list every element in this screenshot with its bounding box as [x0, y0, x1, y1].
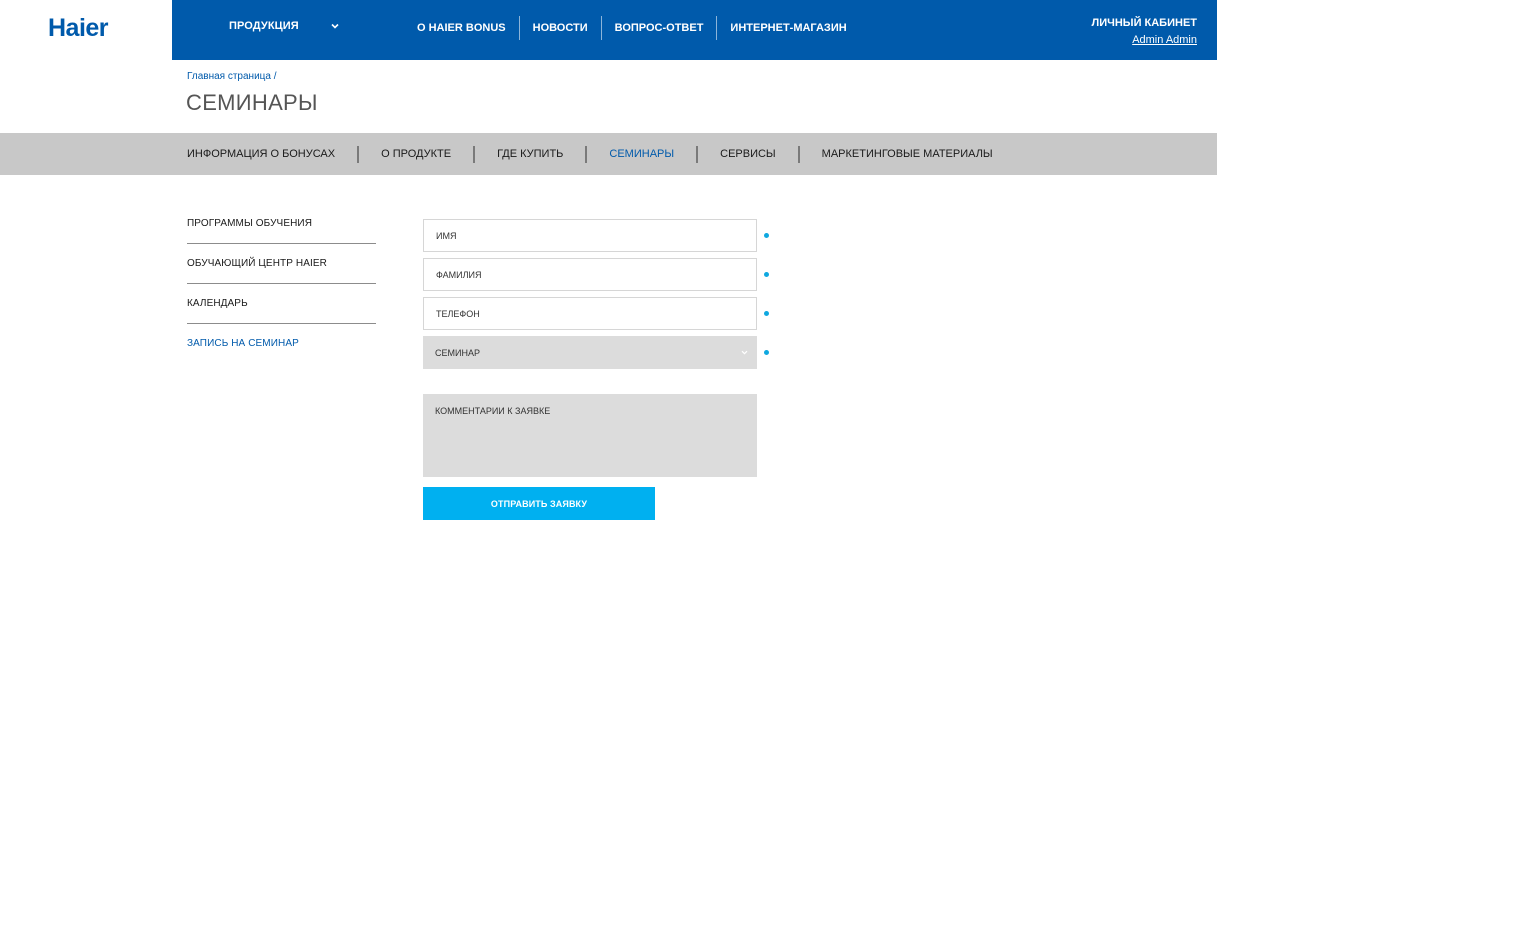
surname-field-wrap	[423, 258, 769, 291]
required-dot	[764, 233, 769, 238]
breadcrumb: Главная страница /	[187, 71, 277, 82]
required-dot	[764, 311, 769, 316]
breadcrumb-separator: /	[273, 71, 277, 82]
required-dot	[764, 350, 769, 355]
side-item-training-programs[interactable]: ПРОГРАММЫ ОБУЧЕНИЯ	[187, 204, 376, 244]
top-nav-bar: ПРОДУКЦИЯ О HAIER BONUS НОВОСТИ ВОПРОС-О…	[172, 0, 1217, 60]
name-field-wrap	[423, 219, 769, 252]
section-nav: ИНФОРМАЦИЯ О БОНУСАХ О ПРОДУКТЕ ГДЕ КУПИ…	[0, 133, 1217, 175]
required-dot	[764, 272, 769, 277]
logo-area: Haier	[0, 0, 172, 60]
breadcrumb-home[interactable]: Главная страница	[187, 71, 271, 82]
chevron-down-icon[interactable]	[328, 19, 342, 33]
tab-where-to-buy[interactable]: ГДЕ КУПИТЬ	[475, 148, 585, 160]
side-menu: ПРОГРАММЫ ОБУЧЕНИЯ ОБУЧАЮЩИЙ ЦЕНТР HAIER…	[187, 204, 376, 364]
nav-about-bonus[interactable]: О HAIER BONUS	[404, 16, 519, 40]
site-header: Haier ПРОДУКЦИЯ О HAIER BONUS НОВОСТИ ВО…	[0, 0, 1217, 60]
phone-input[interactable]	[423, 297, 757, 330]
comment-textarea[interactable]	[423, 394, 757, 477]
seminar-field-wrap: СЕМИНАР	[423, 336, 769, 369]
account-user-link[interactable]: Admin Admin	[1132, 34, 1197, 47]
account-block: ЛИЧНЫЙ КАБИНЕТ Admin Admin	[1092, 17, 1198, 48]
nav-faq[interactable]: ВОПРОС-ОТВЕТ	[602, 16, 717, 40]
side-item-seminar-signup[interactable]: ЗАПИСЬ НА СЕМИНАР	[187, 324, 376, 364]
surname-input[interactable]	[423, 258, 757, 291]
top-nav: О HAIER BONUS НОВОСТИ ВОПРОС-ОТВЕТ ИНТЕР…	[404, 16, 860, 40]
tab-seminars[interactable]: СЕМИНАРЫ	[587, 148, 696, 160]
tab-bonus-info[interactable]: ИНФОРМАЦИЯ О БОНУСАХ	[187, 148, 357, 160]
side-item-training-center[interactable]: ОБУЧАЮЩИЙ ЦЕНТР HAIER	[187, 244, 376, 284]
nav-shop[interactable]: ИНТЕРНЕТ-МАГАЗИН	[717, 16, 859, 40]
phone-field-wrap	[423, 297, 769, 330]
page-title: СЕМИНАРЫ	[186, 90, 318, 115]
seminar-select[interactable]: СЕМИНАР	[423, 336, 757, 369]
nav-products[interactable]: ПРОДУКЦИЯ	[229, 20, 299, 32]
tab-services[interactable]: СЕРВИСЫ	[698, 148, 798, 160]
tab-about-product[interactable]: О ПРОДУКТЕ	[359, 148, 473, 160]
account-title[interactable]: ЛИЧНЫЙ КАБИНЕТ	[1092, 17, 1198, 30]
tab-marketing-materials[interactable]: МАРКЕТИНГОВЫЕ МАТЕРИАЛЫ	[800, 148, 1015, 160]
submit-button[interactable]: ОТПРАВИТЬ ЗАЯВКУ	[423, 487, 655, 520]
nav-news[interactable]: НОВОСТИ	[520, 16, 601, 40]
name-input[interactable]	[423, 219, 757, 252]
seminar-select-value: СЕМИНАР	[435, 347, 480, 358]
side-item-calendar[interactable]: КАЛЕНДАРЬ	[187, 284, 376, 324]
chevron-down-icon	[741, 350, 748, 355]
haier-logo[interactable]: Haier	[48, 14, 109, 43]
